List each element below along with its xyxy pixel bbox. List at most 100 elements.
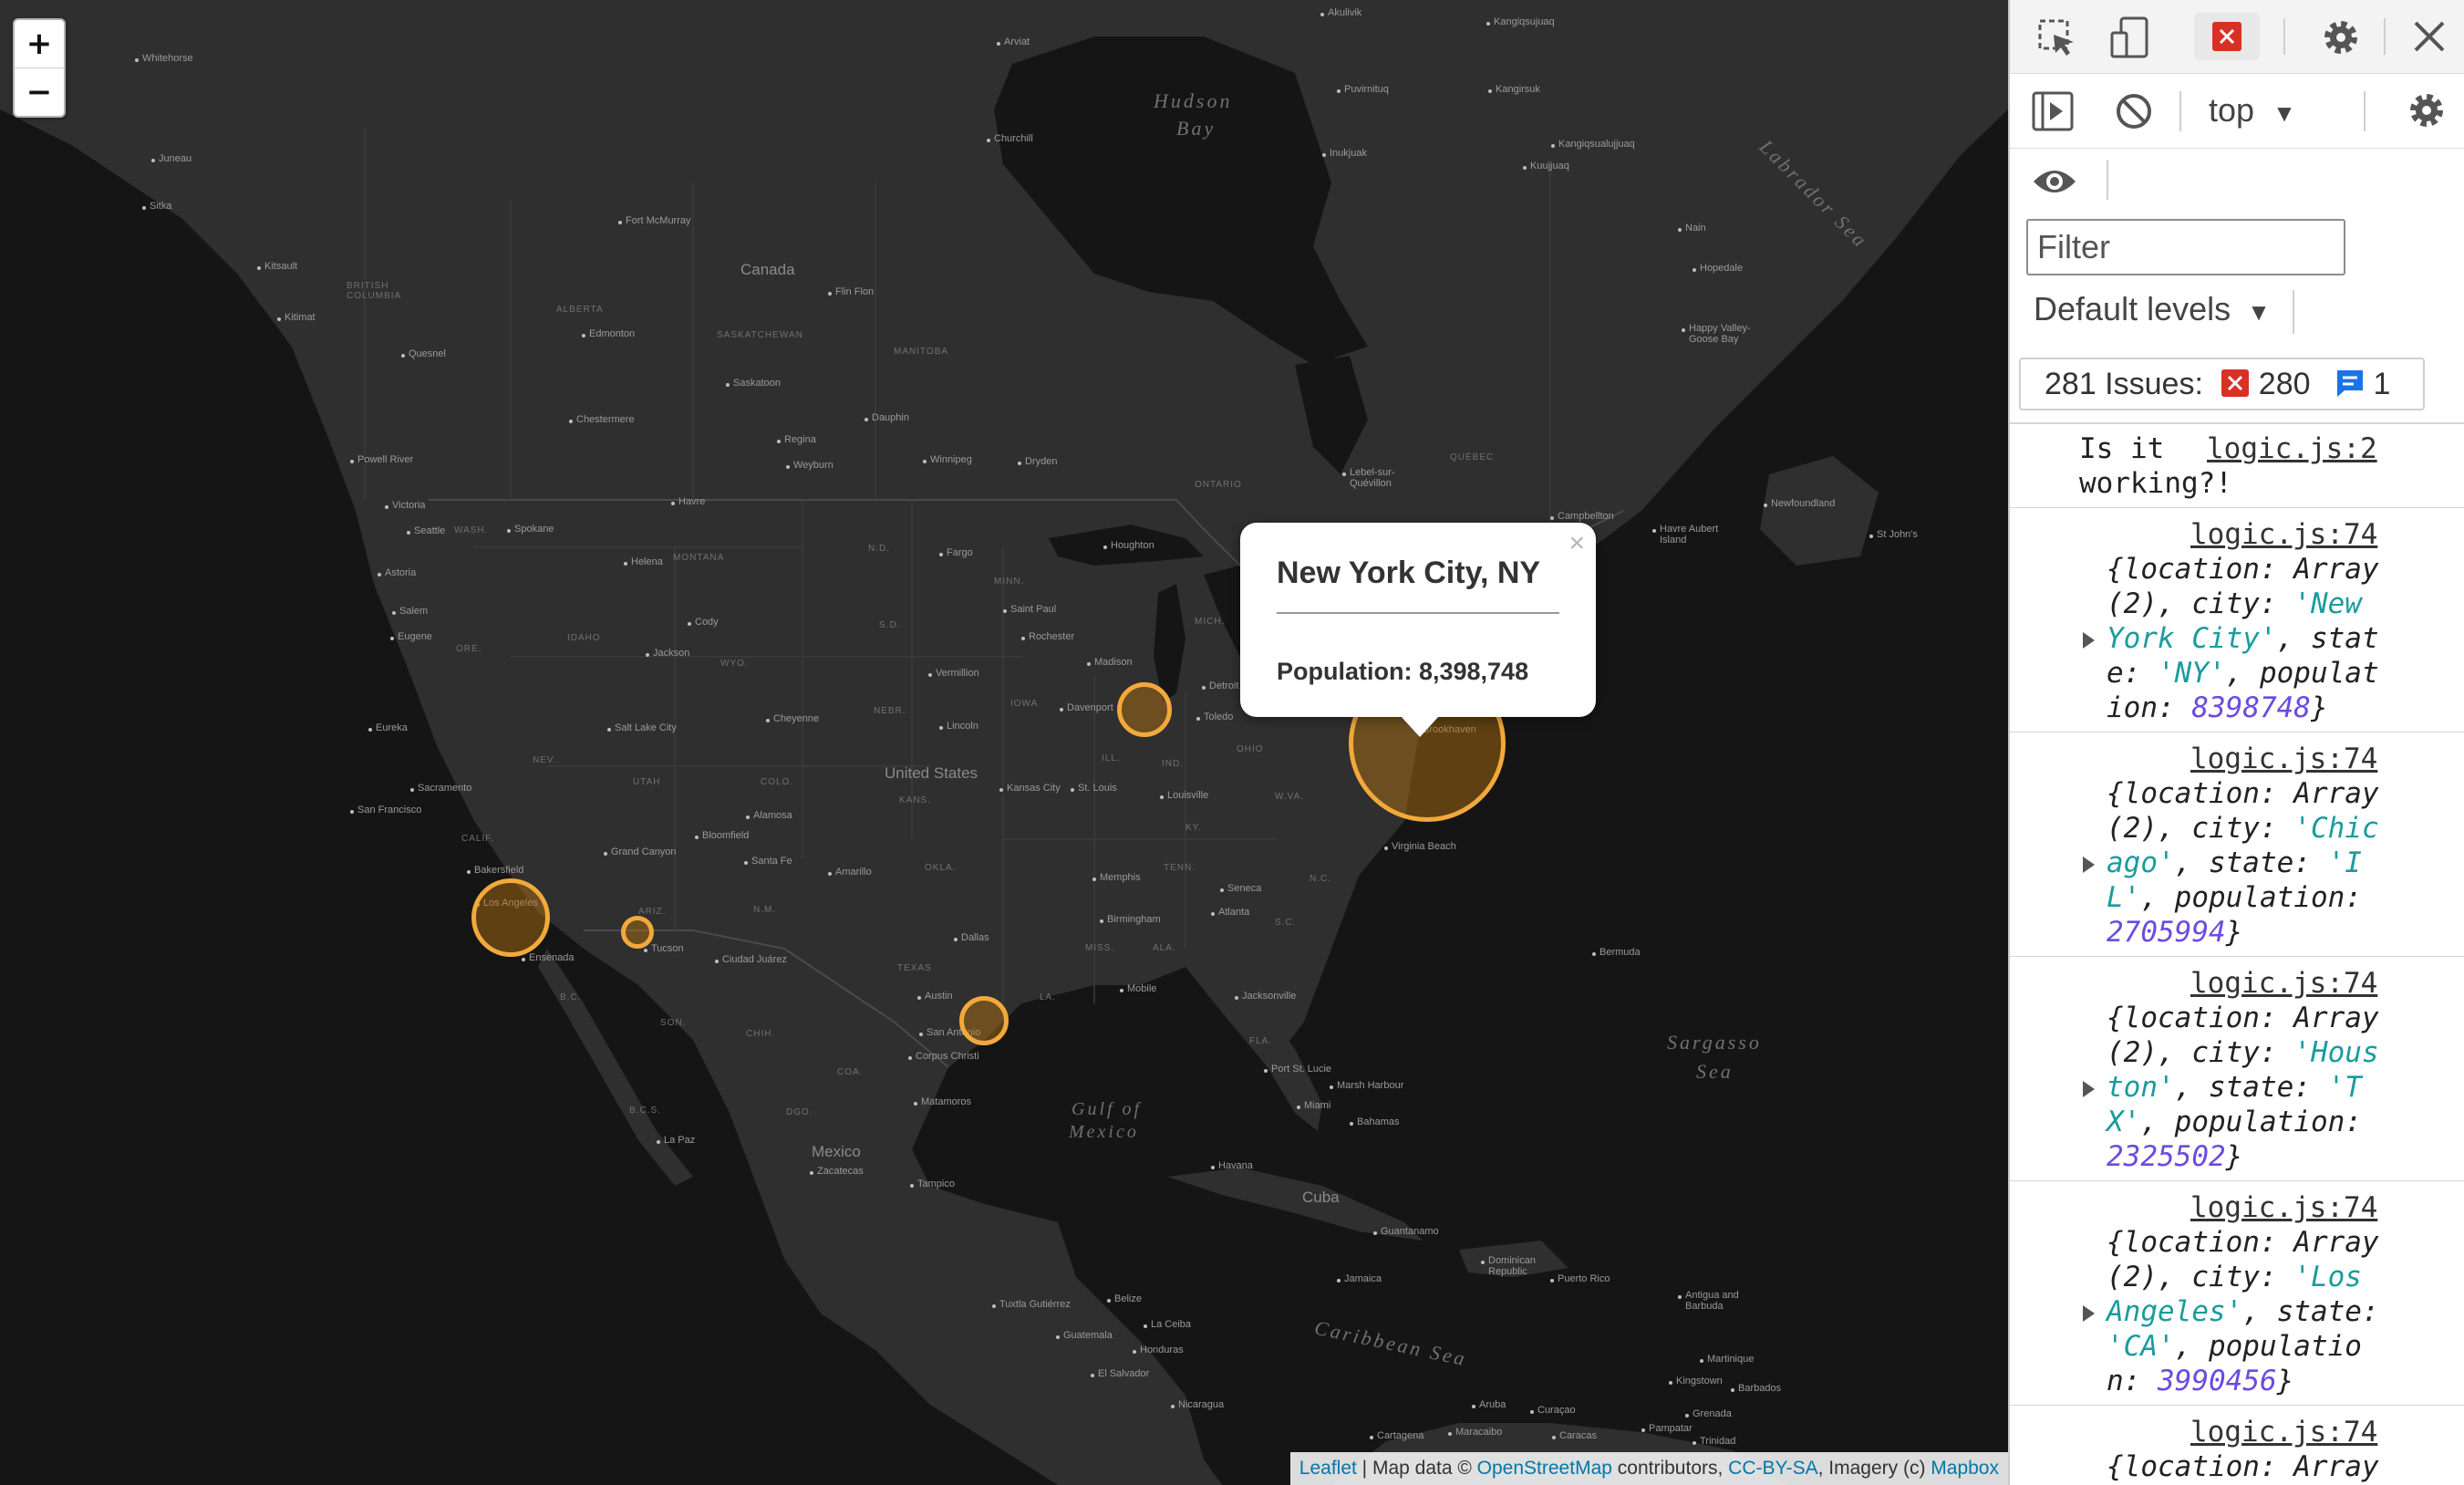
error-icon — [2212, 22, 2241, 51]
log-string-value: York City' — [2107, 622, 2277, 655]
city-label-tucson: Tucson — [651, 943, 684, 954]
inspect-element-icon[interactable] — [2037, 18, 2077, 58]
region-label-alberta: ALBERTA — [556, 305, 604, 315]
region-label-ore: ORE. — [456, 644, 482, 654]
city-label-st-johns: St John's — [1877, 529, 1918, 540]
context-selector[interactable]: top ▼ — [2209, 91, 2296, 130]
city-label-atlanta: Atlanta — [1218, 907, 1250, 918]
city-label-chestermere: Chestermere — [576, 414, 635, 425]
settings-gear-icon[interactable] — [2320, 16, 2362, 58]
log-source-link[interactable]: logic.js:74 — [2190, 966, 2377, 1001]
log-object-preview[interactable]: {location: Array (2), city: 'Hous ton', st… — [2107, 1001, 2379, 1174]
issues-counter-button[interactable]: 281 Issues: 280 1 — [2019, 358, 2425, 410]
city-label-dauphin: Dauphin — [872, 412, 909, 423]
log-string-value: 'Chic — [2293, 812, 2379, 845]
expand-object-icon[interactable] — [2083, 1081, 2095, 1097]
city-marker-chicago[interactable] — [1117, 682, 1172, 737]
region-label-sd: S.D. — [879, 620, 901, 630]
log-source-link[interactable]: logic.js:74 — [2190, 742, 2377, 776]
city-dot — [671, 502, 675, 505]
expand-object-icon[interactable] — [2083, 632, 2095, 649]
city-dot — [1530, 1410, 1534, 1414]
region-label-dgo: DGO. — [786, 1107, 813, 1117]
city-dot — [522, 958, 525, 961]
log-string-value: Angeles' — [2107, 1295, 2243, 1328]
city-dot — [786, 465, 790, 469]
city-dot — [1056, 1335, 1060, 1339]
city-label-st-louis: St. Louis — [1078, 783, 1117, 794]
city-dot — [777, 440, 781, 443]
log-message: Is it — [2079, 432, 2165, 465]
log-source-link[interactable]: logic.js:74 — [2190, 1415, 2377, 1449]
city-marker-los-angeles[interactable] — [471, 878, 550, 957]
region-label-ky: KY. — [1185, 823, 1202, 833]
city-marker-houston[interactable] — [959, 996, 1009, 1045]
region-label-nc: N.C. — [1310, 874, 1331, 884]
filter-input[interactable] — [2026, 219, 2345, 275]
city-label-aruba: Aruba — [1479, 1399, 1506, 1410]
water-label-gulf-1: Gulf of — [1072, 1099, 1143, 1119]
city-label-lincoln: Lincoln — [947, 721, 978, 732]
city-dot — [1133, 1350, 1136, 1354]
city-marker-phoenix[interactable] — [621, 916, 654, 949]
city-label-kitsault: Kitsault — [264, 261, 298, 272]
clear-console-icon[interactable] — [2114, 91, 2154, 131]
log-source-link[interactable]: logic.js:74 — [2190, 1190, 2377, 1225]
city-dot — [1685, 1414, 1689, 1418]
expand-object-icon[interactable] — [2083, 1305, 2095, 1322]
city-label-vermillion: Vermillion — [936, 668, 979, 679]
region-label-wash: WASH. — [454, 525, 489, 535]
city-label-antigua: Antigua and Barbuda — [1685, 1290, 1739, 1312]
log-object-line: e: 'NY', populat — [2107, 656, 2379, 691]
log-object-preview[interactable]: {location: Array (2), city: 'Chic ago', st… — [2107, 776, 2379, 950]
zoom-out-button[interactable]: − — [15, 68, 64, 116]
city-label-sacramento: Sacramento — [418, 783, 472, 794]
city-dot — [1488, 89, 1492, 93]
zoom-in-button[interactable]: + — [15, 20, 64, 68]
city-label-amarillo: Amarillo — [835, 867, 872, 878]
openstreetmap-link[interactable]: OpenStreetMap — [1477, 1458, 1612, 1479]
errors-toggle-button[interactable] — [2194, 13, 2260, 60]
city-dot — [1552, 1436, 1556, 1439]
log-object-preview[interactable]: {location: Array — [2107, 1449, 2379, 1484]
log-object-text: (2), city: — [2107, 812, 2294, 845]
city-dot — [1220, 888, 1224, 892]
popup-close-button[interactable]: × — [1568, 528, 1585, 559]
log-number-value: 8398748 — [2191, 691, 2311, 724]
region-label-calif: CALIF. — [461, 834, 495, 844]
show-sidebar-icon[interactable] — [2032, 91, 2074, 131]
console-settings-gear-icon[interactable] — [2406, 89, 2448, 131]
city-label-dominican: Dominican Republic — [1488, 1255, 1536, 1277]
city-dot — [1100, 919, 1103, 923]
city-dot — [390, 637, 394, 640]
city-label-austin: Austin — [925, 991, 953, 1002]
log-object-preview[interactable]: {location: Array (2), city: 'Los Angeles',… — [2107, 1225, 2379, 1398]
city-label-kangirsuk: Kangirsuk — [1496, 84, 1540, 95]
close-devtools-icon[interactable] — [2411, 18, 2448, 55]
water-label-gulf-2: Mexico — [1069, 1122, 1139, 1142]
country-label-united-states: United States — [885, 764, 978, 782]
log-object-text: {location: Array — [2107, 553, 2379, 586]
region-label-iowa: IOWA — [1010, 699, 1039, 709]
city-dot — [939, 553, 943, 556]
log-object-text: } — [2225, 916, 2243, 949]
log-object-preview[interactable]: {location: Array (2), city: 'New York City… — [2107, 552, 2379, 725]
mapbox-link[interactable]: Mapbox — [1931, 1458, 1999, 1479]
log-levels-dropdown[interactable]: Default levels ▼ — [2034, 290, 2271, 328]
log-source-link[interactable]: logic.js:2 — [2207, 431, 2377, 466]
leaflet-link[interactable]: Leaflet — [1299, 1458, 1357, 1479]
region-label-minn: MINN. — [994, 576, 1025, 587]
region-label-idaho: IDAHO — [567, 633, 601, 643]
city-dot — [135, 58, 139, 62]
city-label-curacao: Curaçao — [1537, 1405, 1576, 1416]
city-label-juneau: Juneau — [159, 153, 192, 164]
live-expression-eye-icon[interactable] — [2032, 165, 2077, 198]
city-dot — [726, 383, 730, 387]
city-dot — [350, 810, 354, 814]
device-toolbar-icon[interactable] — [2110, 16, 2150, 60]
map-viewport[interactable]: Hudson Bay Labrador Sea Gulf of Mexico S… — [0, 0, 2008, 1485]
expand-object-icon[interactable] — [2083, 857, 2095, 873]
log-source-link[interactable]: logic.js:74 — [2190, 517, 2377, 552]
cc-by-sa-link[interactable]: CC-BY-SA — [1728, 1458, 1817, 1479]
city-dot — [1682, 328, 1685, 332]
